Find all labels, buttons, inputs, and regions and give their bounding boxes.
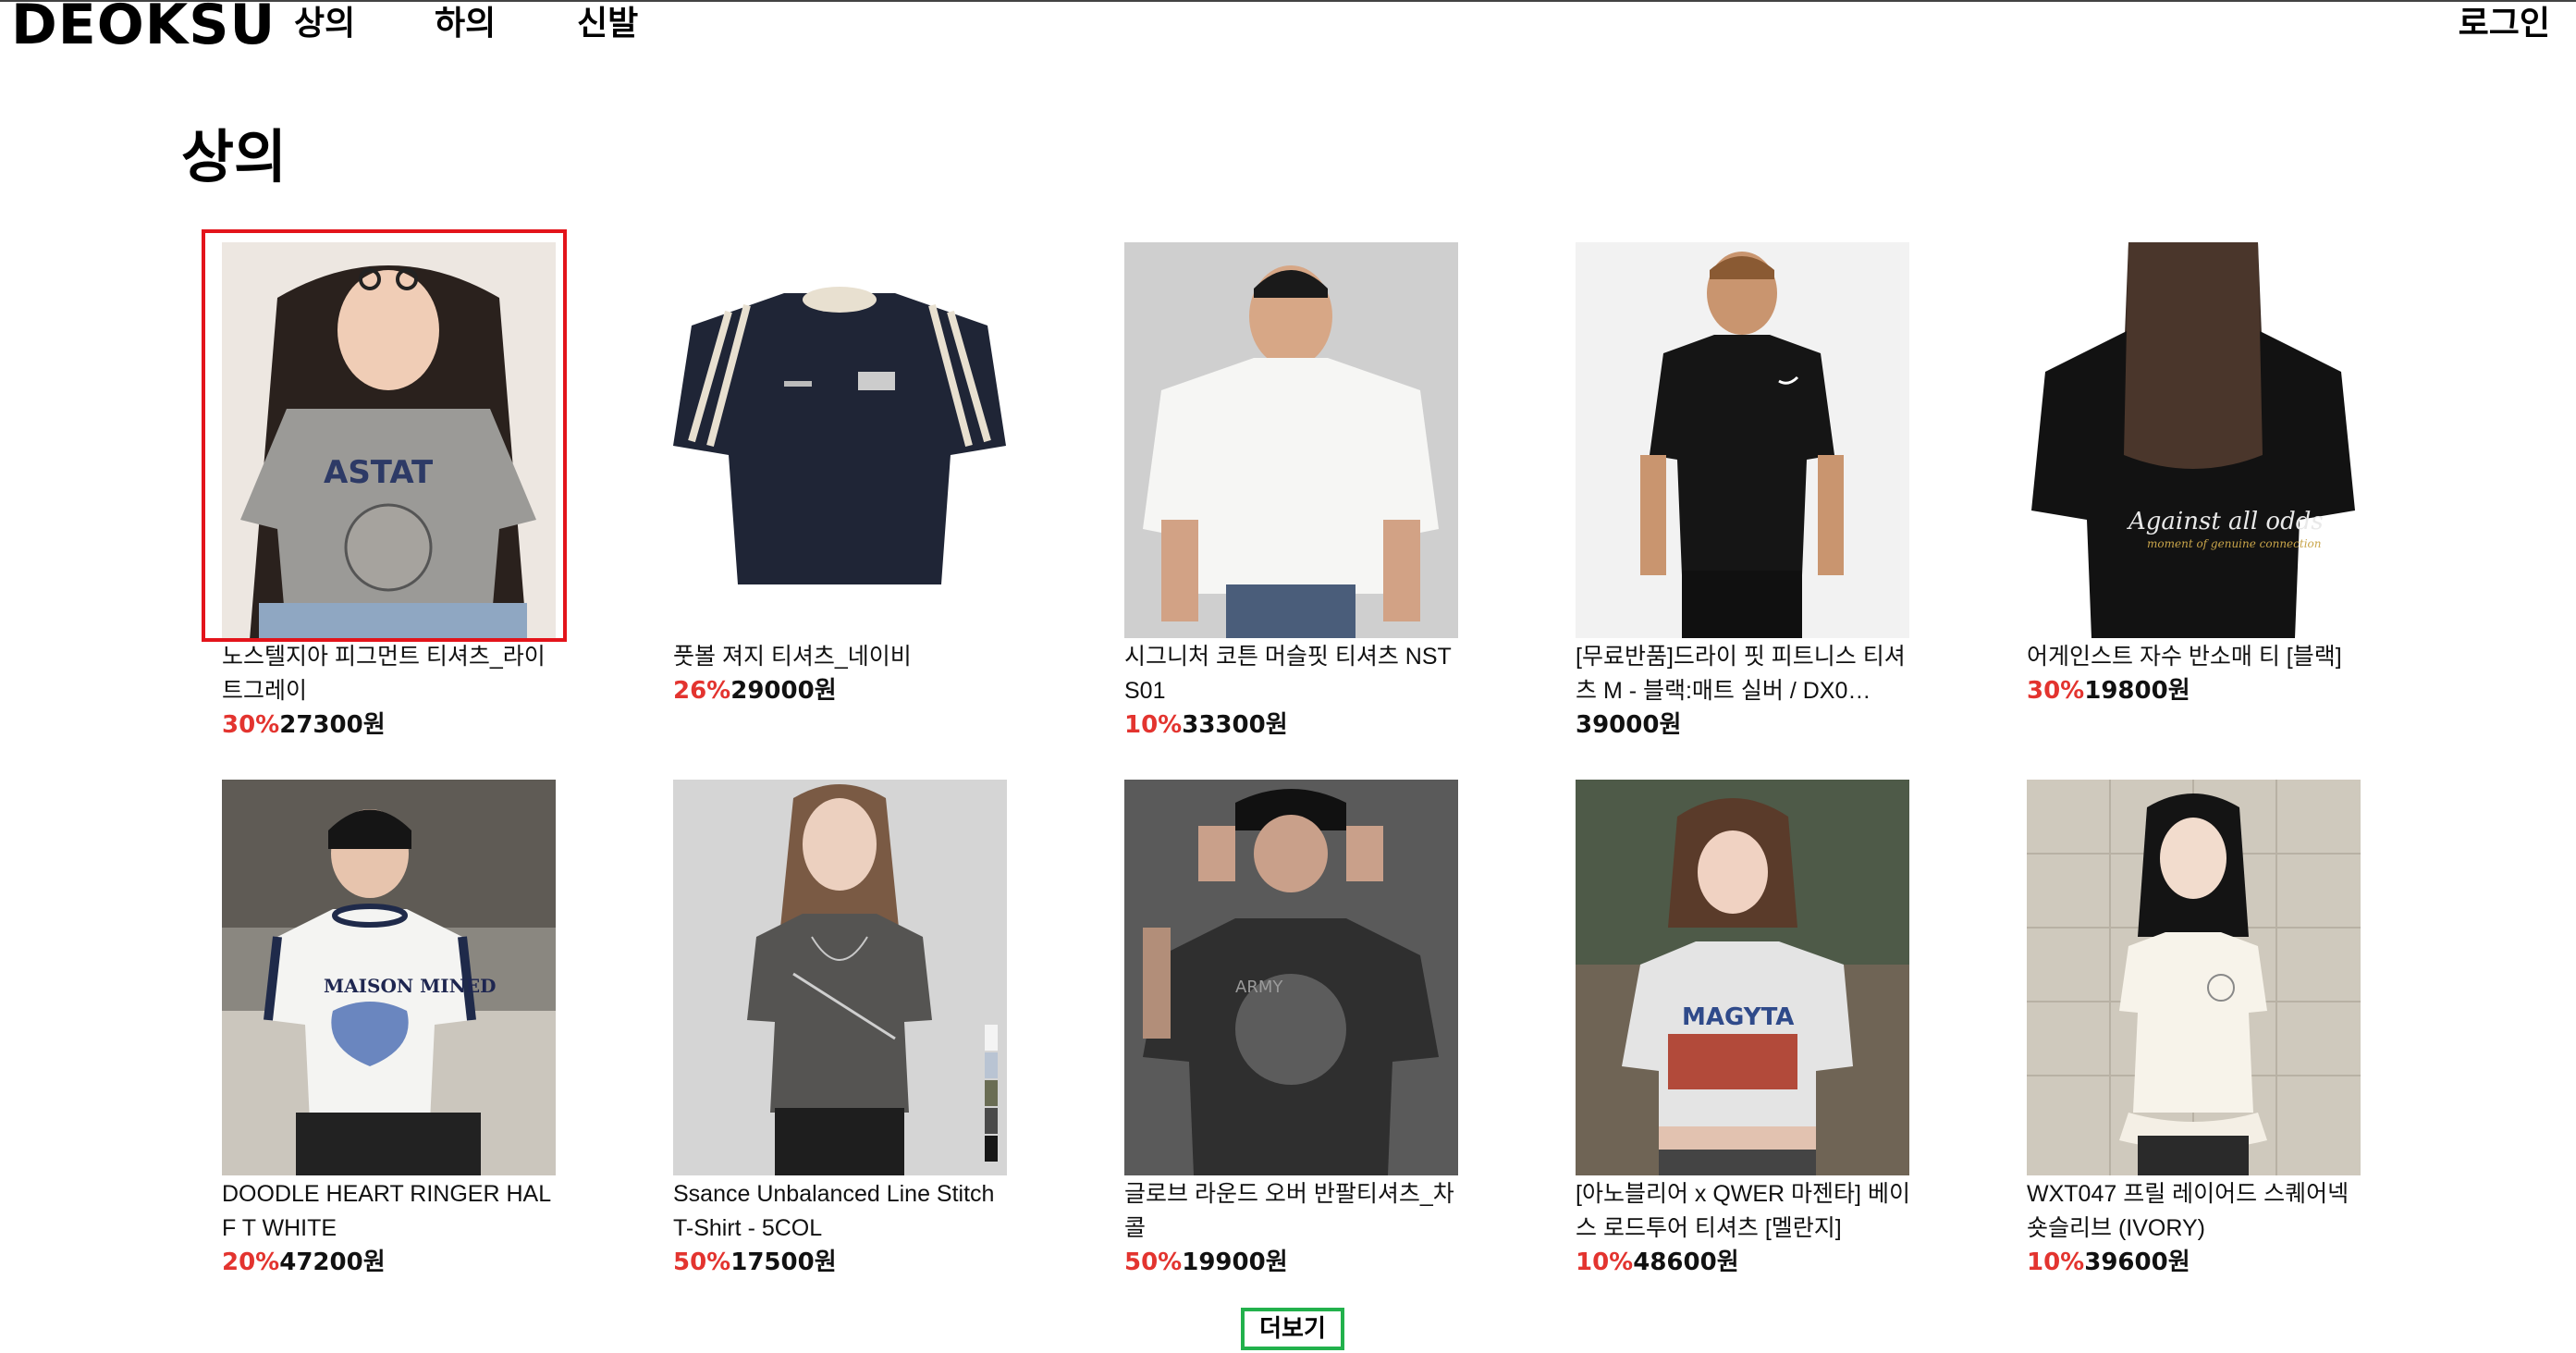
discount-rate: 20%	[222, 1248, 280, 1276]
product-image[interactable]	[673, 780, 1007, 1175]
price-row: 50%19900원	[1124, 1246, 1476, 1279]
svg-text:moment of genuine connection: moment of genuine connection	[2147, 537, 2322, 550]
product-card[interactable]: [무료반품]드라이 핏 피트니스 티셔츠 M - 블랙:매트 실버 / DX0……	[1576, 242, 1927, 742]
price-row: 39000원	[1576, 708, 1927, 742]
nav-bottoms[interactable]: 하의	[435, 2, 496, 46]
product-price: 48600원	[1633, 1248, 1739, 1276]
product-image[interactable]: ASTAT	[222, 242, 556, 638]
product-card[interactable]: 시그니처 코튼 머슬핏 티셔츠 NSTS01 10%33300원	[1124, 242, 1476, 742]
product-card[interactable]: 풋볼 져지 티셔츠_네이비 26%29000원	[673, 242, 1024, 707]
product-price: 39000원	[1576, 711, 1682, 739]
product-image[interactable]	[1576, 242, 1909, 638]
nav-tops[interactable]: 상의	[294, 2, 355, 46]
product-image[interactable]	[673, 242, 1007, 638]
price-row: 26%29000원	[673, 674, 1024, 707]
product-image[interactable]: ARMY	[1124, 780, 1458, 1175]
discount-rate: 10%	[2027, 1248, 2085, 1276]
product-card[interactable]: Against all odds moment of genuine conne…	[2027, 242, 2378, 707]
price-row: 10%33300원	[1124, 708, 1476, 742]
product-image[interactable]: Against all odds moment of genuine conne…	[2027, 242, 2361, 638]
product-image[interactable]	[2027, 780, 2361, 1175]
product-price: 19800원	[2084, 677, 2190, 705]
product-price: 39600원	[2084, 1248, 2190, 1276]
price-row: 10%48600원	[1576, 1246, 1927, 1279]
product-price: 47200원	[279, 1248, 386, 1276]
product-name[interactable]: DOODLE HEART RINGER HALF T WHITE	[222, 1177, 559, 1246]
product-card[interactable]: WXT047 프릴 레이어드 스퀘어넥 숏슬리브 (IVORY) 10%3960…	[2027, 780, 2378, 1279]
product-price: 27300원	[279, 711, 386, 739]
product-name[interactable]: WXT047 프릴 레이어드 스퀘어넥 숏슬리브 (IVORY)	[2027, 1177, 2364, 1246]
product-price: 33300원	[1182, 711, 1288, 739]
discount-rate: 30%	[2027, 677, 2085, 705]
product-price: 17500원	[730, 1248, 837, 1276]
discount-rate: 30%	[222, 711, 280, 739]
login-link[interactable]: 로그인	[2459, 2, 2550, 46]
discount-rate: 50%	[673, 1248, 731, 1276]
product-card[interactable]: Ssance Unbalanced Line Stitch T-Shirt - …	[673, 780, 1024, 1279]
discount-rate: 26%	[673, 677, 731, 705]
product-price: 29000원	[730, 677, 837, 705]
product-image[interactable]: MAISON MINED	[222, 780, 556, 1175]
site-header: DEOKSU 상의 하의 신발 로그인	[0, 0, 2576, 54]
product-card[interactable]: ARMY 글로브 라운드 오버 반팔티셔츠_차콜 50%19900원	[1124, 780, 1476, 1279]
product-name[interactable]: [아노블리어 x QWER 마젠타] 베이스 로드투어 티셔츠 [멜란지]	[1576, 1177, 1913, 1246]
product-price: 19900원	[1182, 1248, 1288, 1276]
load-more-button[interactable]: 더보기	[1241, 1308, 1344, 1350]
svg-text:ASTAT: ASTAT	[324, 454, 434, 491]
product-card[interactable]: MAGYTA [아노블리어 x QWER 마젠타] 베이스 로드투어 티셔츠 […	[1576, 780, 1927, 1279]
product-name[interactable]: 어게인스트 자수 반소매 티 [블랙]	[2027, 640, 2364, 674]
svg-text:MAISON MINED: MAISON MINED	[324, 975, 496, 997]
site-logo[interactable]: DEOKSU	[11, 0, 276, 54]
discount-rate: 10%	[1124, 711, 1183, 739]
nav-shoes[interactable]: 신발	[577, 2, 638, 46]
price-row: 50%17500원	[673, 1246, 1024, 1279]
price-row: 30%19800원	[2027, 674, 2378, 707]
discount-rate: 50%	[1124, 1248, 1183, 1276]
product-image[interactable]	[1124, 242, 1458, 638]
svg-text:MAGYTA: MAGYTA	[1682, 1003, 1794, 1031]
svg-text:ARMY: ARMY	[1235, 978, 1283, 997]
price-row: 30%27300원	[222, 708, 573, 742]
product-name[interactable]: 시그니처 코튼 머슬핏 티셔츠 NSTS01	[1124, 640, 1462, 708]
page-title: 상의	[181, 123, 288, 191]
svg-text:Against all odds: Against all odds	[2127, 508, 2324, 535]
product-name[interactable]: [무료반품]드라이 핏 피트니스 티셔츠 M - 블랙:매트 실버 / DX0…	[1576, 640, 1913, 708]
price-row: 20%47200원	[222, 1246, 573, 1279]
product-name[interactable]: 노스텔지아 피그먼트 티셔츠_라이트그레이	[222, 640, 559, 708]
product-card[interactable]: MAISON MINED DOODLE HEART RINGER HALF T …	[222, 780, 573, 1279]
product-name[interactable]: 풋볼 져지 티셔츠_네이비	[673, 640, 1011, 674]
product-image[interactable]: MAGYTA	[1576, 780, 1909, 1175]
product-card[interactable]: ASTAT 노스텔지아 피그먼트 티셔츠_라이트그레이 30%27300원	[222, 242, 573, 742]
product-name[interactable]: 글로브 라운드 오버 반팔티셔츠_차콜	[1124, 1177, 1462, 1246]
price-row: 10%39600원	[2027, 1246, 2378, 1279]
product-name[interactable]: Ssance Unbalanced Line Stitch T-Shirt - …	[673, 1177, 1011, 1246]
discount-rate: 10%	[1576, 1248, 1634, 1276]
